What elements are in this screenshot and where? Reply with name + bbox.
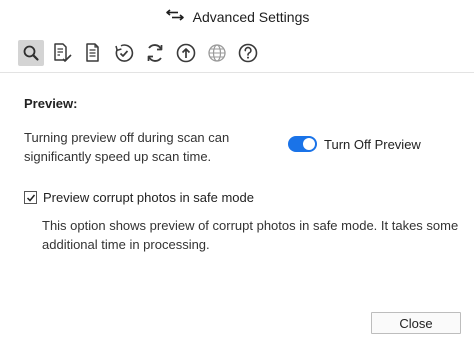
corrupt-preview-checkbox[interactable]: [24, 191, 37, 204]
tab-document-edit[interactable]: [49, 40, 75, 66]
refresh-icon: [144, 42, 166, 64]
corrupt-preview-label[interactable]: Preview corrupt photos in safe mode: [43, 190, 254, 205]
preview-heading: Preview:: [24, 96, 78, 111]
clock-check-icon: [113, 42, 135, 64]
tab-refresh[interactable]: [142, 40, 168, 66]
tab-language[interactable]: [204, 40, 230, 66]
checkmark-icon: [26, 194, 35, 202]
turn-off-preview-row: Turn Off Preview: [288, 136, 421, 152]
tab-preview[interactable]: [18, 40, 44, 66]
back-arrows-icon[interactable]: [165, 8, 185, 27]
title-bar: Advanced Settings: [0, 0, 474, 34]
tab-schedule[interactable]: [111, 40, 137, 66]
corrupt-preview-description: This option shows preview of corrupt pho…: [42, 218, 459, 252]
window-title: Advanced Settings: [192, 9, 310, 25]
close-button[interactable]: Close: [371, 312, 461, 334]
upload-icon: [175, 42, 197, 64]
turn-off-preview-toggle[interactable]: [288, 136, 317, 152]
help-icon: [237, 42, 259, 64]
toolbar-divider: [0, 72, 474, 73]
tab-help[interactable]: [235, 40, 261, 66]
preview-description: Turning preview off during scan can sign…: [24, 130, 230, 164]
title-group: Advanced Settings: [165, 8, 310, 27]
document-list-icon: [82, 42, 104, 64]
tab-document-list[interactable]: [80, 40, 106, 66]
corrupt-preview-row: Preview corrupt photos in safe mode: [24, 190, 254, 205]
document-edit-icon: [51, 42, 73, 64]
toggle-knob: [303, 138, 315, 150]
tab-upload[interactable]: [173, 40, 199, 66]
search-icon: [22, 44, 40, 62]
settings-toolbar: [18, 38, 261, 68]
globe-icon: [206, 42, 228, 64]
turn-off-preview-label: Turn Off Preview: [324, 136, 421, 152]
